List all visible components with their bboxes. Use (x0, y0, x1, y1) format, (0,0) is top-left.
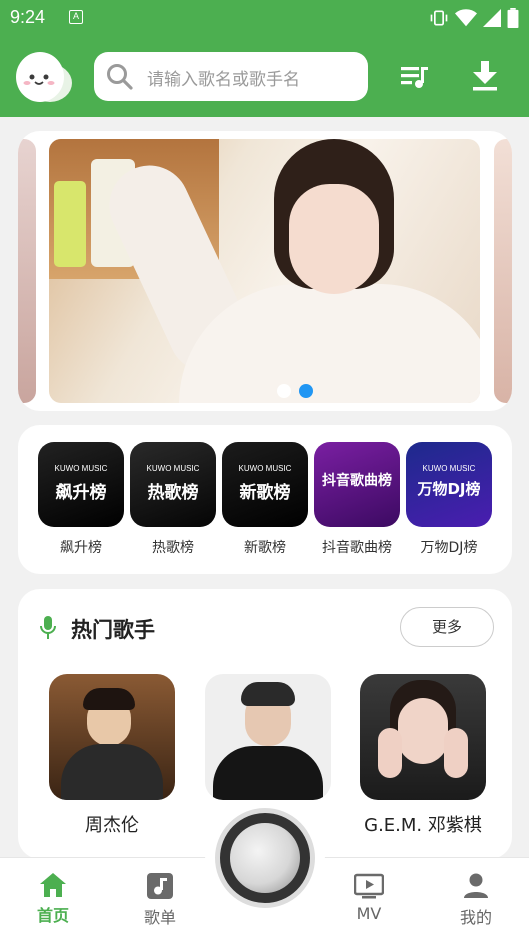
microphone-icon (40, 616, 56, 639)
search-icon (107, 64, 133, 90)
nav-item-home[interactable]: 首页 (18, 872, 88, 926)
banner-carousel[interactable] (18, 131, 512, 411)
music-note-icon (147, 873, 173, 899)
charts-row: KUWO MUSIC 飙升榜 飙升榜 KUWO MUSIC 热歌榜 热歌榜 KU… (18, 425, 512, 574)
singer-name: 周杰伦 (85, 815, 139, 836)
chart-label: 飙升榜 (60, 540, 102, 556)
banner-pagination (277, 384, 313, 398)
status-icons (429, 8, 519, 28)
singer-name: G.E.M. 邓紫棋 (364, 815, 482, 836)
singer-card[interactable]: 周杰伦 (49, 674, 175, 837)
vibrate-icon (430, 10, 448, 26)
banner-dot[interactable] (277, 384, 291, 398)
battery-icon (507, 8, 519, 28)
wifi-icon (455, 9, 477, 27)
chart-label: 新歌榜 (244, 540, 286, 556)
banner-image[interactable] (49, 139, 480, 403)
section-title: 热门歌手 (71, 618, 155, 642)
singer-card[interactable]: G.E.M. 邓紫棋 (360, 674, 486, 837)
now-playing-disc[interactable] (215, 808, 315, 908)
chart-item-new[interactable]: KUWO MUSIC 新歌榜 新歌榜 (222, 442, 308, 557)
search-input[interactable]: 请输入歌名或歌手名 (94, 52, 368, 101)
chart-cover: KUWO MUSIC 热歌榜 (130, 442, 216, 527)
banner-dot-active[interactable] (299, 384, 313, 398)
chart-cover: KUWO MUSIC 万物DJ榜 (406, 442, 492, 527)
status-bar: 9:24 A (0, 0, 529, 37)
singer-photo (49, 674, 175, 800)
nav-item-mv[interactable]: MV (334, 872, 404, 923)
chart-item-hot[interactable]: KUWO MUSIC 热歌榜 热歌榜 (130, 442, 216, 557)
album-art (230, 823, 300, 893)
chart-cover: 抖音歌曲榜 (314, 442, 400, 527)
nav-label: 我的 (459, 908, 492, 927)
nav-label: 歌单 (143, 908, 176, 927)
chart-cover: KUWO MUSIC 新歌榜 (222, 442, 308, 527)
more-button[interactable]: 更多 (400, 607, 494, 647)
chart-item-dj[interactable]: KUWO MUSIC 万物DJ榜 万物DJ榜 (406, 442, 492, 557)
chart-item-soaring[interactable]: KUWO MUSIC 飙升榜 飙升榜 (38, 442, 124, 557)
banner-prev-peek[interactable] (18, 139, 36, 403)
singer-photo (205, 674, 331, 800)
nav-item-playlists[interactable]: 歌单 (125, 872, 195, 928)
chart-label: 万物DJ榜 (420, 540, 478, 556)
home-icon (40, 873, 66, 897)
banner-next-peek[interactable] (494, 139, 512, 403)
app-header: 请输入歌名或歌手名 (0, 37, 529, 117)
chart-cover: KUWO MUSIC 飙升榜 (38, 442, 124, 527)
singer-card[interactable] (205, 674, 331, 811)
chart-label: 热歌榜 (152, 540, 194, 556)
nav-label: 首页 (36, 906, 69, 925)
playlist-icon[interactable] (399, 61, 431, 93)
tv-play-icon (354, 873, 384, 899)
singer-photo (360, 674, 486, 800)
search-placeholder: 请输入歌名或歌手名 (147, 70, 300, 90)
signal-icon (483, 9, 501, 27)
download-icon[interactable] (470, 59, 500, 93)
nav-label: MV (356, 904, 382, 923)
person-icon (464, 873, 488, 898)
chart-label: 抖音歌曲榜 (322, 540, 392, 556)
app-logo-icon[interactable] (14, 49, 74, 105)
notification-icon: A (69, 10, 83, 24)
nav-item-profile[interactable]: 我的 (441, 872, 511, 928)
chart-item-douyin[interactable]: 抖音歌曲榜 抖音歌曲榜 (314, 442, 400, 557)
status-time: 9:24 (10, 7, 46, 27)
